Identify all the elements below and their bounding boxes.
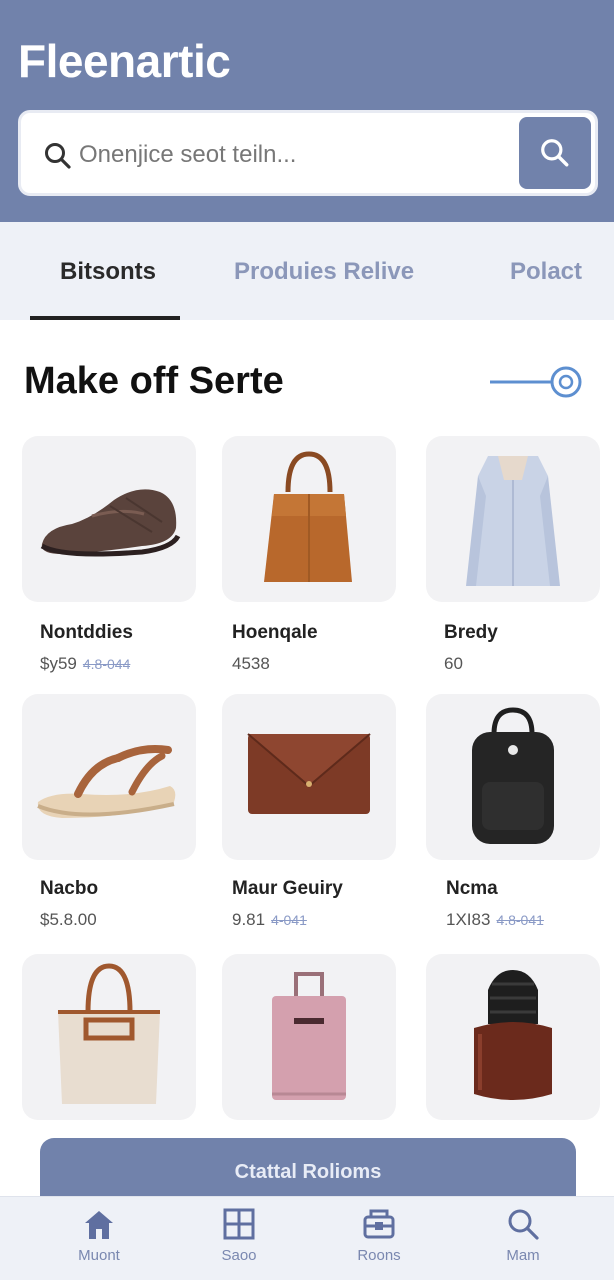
pink-bag-image (272, 972, 346, 1100)
nav-item-rooms[interactable]: Roons (324, 1207, 434, 1277)
nav-label: Saoo (221, 1247, 257, 1264)
home-icon (85, 1211, 113, 1239)
search-icon (508, 1209, 539, 1240)
price-current: $5.8.00 (40, 910, 97, 929)
product-card-tote[interactable] (222, 436, 396, 602)
tab-polact[interactable]: Polact (510, 258, 582, 286)
product-name: Maur Geuiry (232, 878, 343, 899)
nav-label: Roons (357, 1247, 401, 1264)
category-tabs: Bitsonts Produies Relive Polact (0, 222, 614, 320)
product-price: $y59 4.8-044 (40, 654, 130, 674)
clutch-bag-image (247, 733, 371, 814)
grid-icon (223, 1208, 255, 1240)
active-tab-indicator (30, 316, 180, 320)
price-current: 60 (444, 654, 463, 673)
price-current: 1XI83 (446, 910, 491, 929)
product-price: 60 (444, 654, 469, 674)
product-price: 9.81 4-041 (232, 910, 307, 930)
product-name: Ncma (446, 878, 498, 899)
nav-item-shop[interactable]: Saoo (184, 1207, 294, 1277)
product-name: Nacbo (40, 878, 99, 899)
product-card-handbag[interactable] (22, 954, 196, 1120)
product-card-backpack[interactable] (426, 694, 600, 860)
product-price: 4538 (232, 654, 276, 674)
product-name: Hoenqale (232, 622, 318, 643)
product-card-sandal[interactable] (22, 694, 196, 860)
price-old: 4-041 (271, 912, 307, 928)
search-icon (541, 139, 569, 167)
app-header: Fleenartic (0, 0, 614, 222)
nav-item-home[interactable]: Muont (44, 1207, 154, 1277)
loafer-shoe-image (40, 489, 181, 557)
tab-bitsonts[interactable]: Bitsonts (60, 258, 156, 286)
search-input[interactable] (79, 135, 499, 175)
app-title: Fleenartic (18, 35, 231, 87)
bottom-nav: Muont Saoo Roons Mam (0, 1196, 614, 1280)
sandal-image (37, 745, 176, 818)
shirt-image (466, 456, 560, 586)
vase-image (474, 970, 552, 1100)
product-name: Bredy (444, 622, 498, 643)
handbag-image (58, 963, 160, 1104)
tab-produies-relive[interactable]: Produies Relive (234, 258, 414, 286)
tote-bag-image (264, 451, 352, 582)
slider-icon[interactable] (488, 362, 588, 402)
product-card-clutch[interactable] (222, 694, 396, 860)
nav-item-search[interactable]: Mam (468, 1207, 578, 1277)
product-name: Nontddies (40, 622, 133, 643)
inbox-icon (363, 1209, 395, 1239)
product-card-pink-bag[interactable] (222, 954, 396, 1120)
price-old: 4.8-044 (82, 656, 131, 672)
product-card-vase[interactable] (426, 954, 600, 1120)
search-button[interactable] (519, 117, 591, 189)
nav-label: Mam (506, 1247, 540, 1264)
nav-label: Muont (78, 1247, 120, 1264)
price-current: 4538 (232, 654, 270, 673)
price-current: $y59 (40, 654, 77, 673)
product-price: $5.8.00 (40, 910, 103, 930)
section-title: Make off Serte (24, 360, 284, 402)
search-icon (45, 143, 71, 169)
product-card-loafer[interactable] (22, 436, 196, 602)
product-card-shirt[interactable] (426, 436, 600, 602)
price-old: 4.8-041 (496, 912, 544, 928)
backpack-image (472, 707, 554, 844)
price-current: 9.81 (232, 910, 266, 929)
search-bar[interactable] (18, 110, 598, 196)
product-price: 1XI83 4.8-041 (446, 910, 544, 930)
